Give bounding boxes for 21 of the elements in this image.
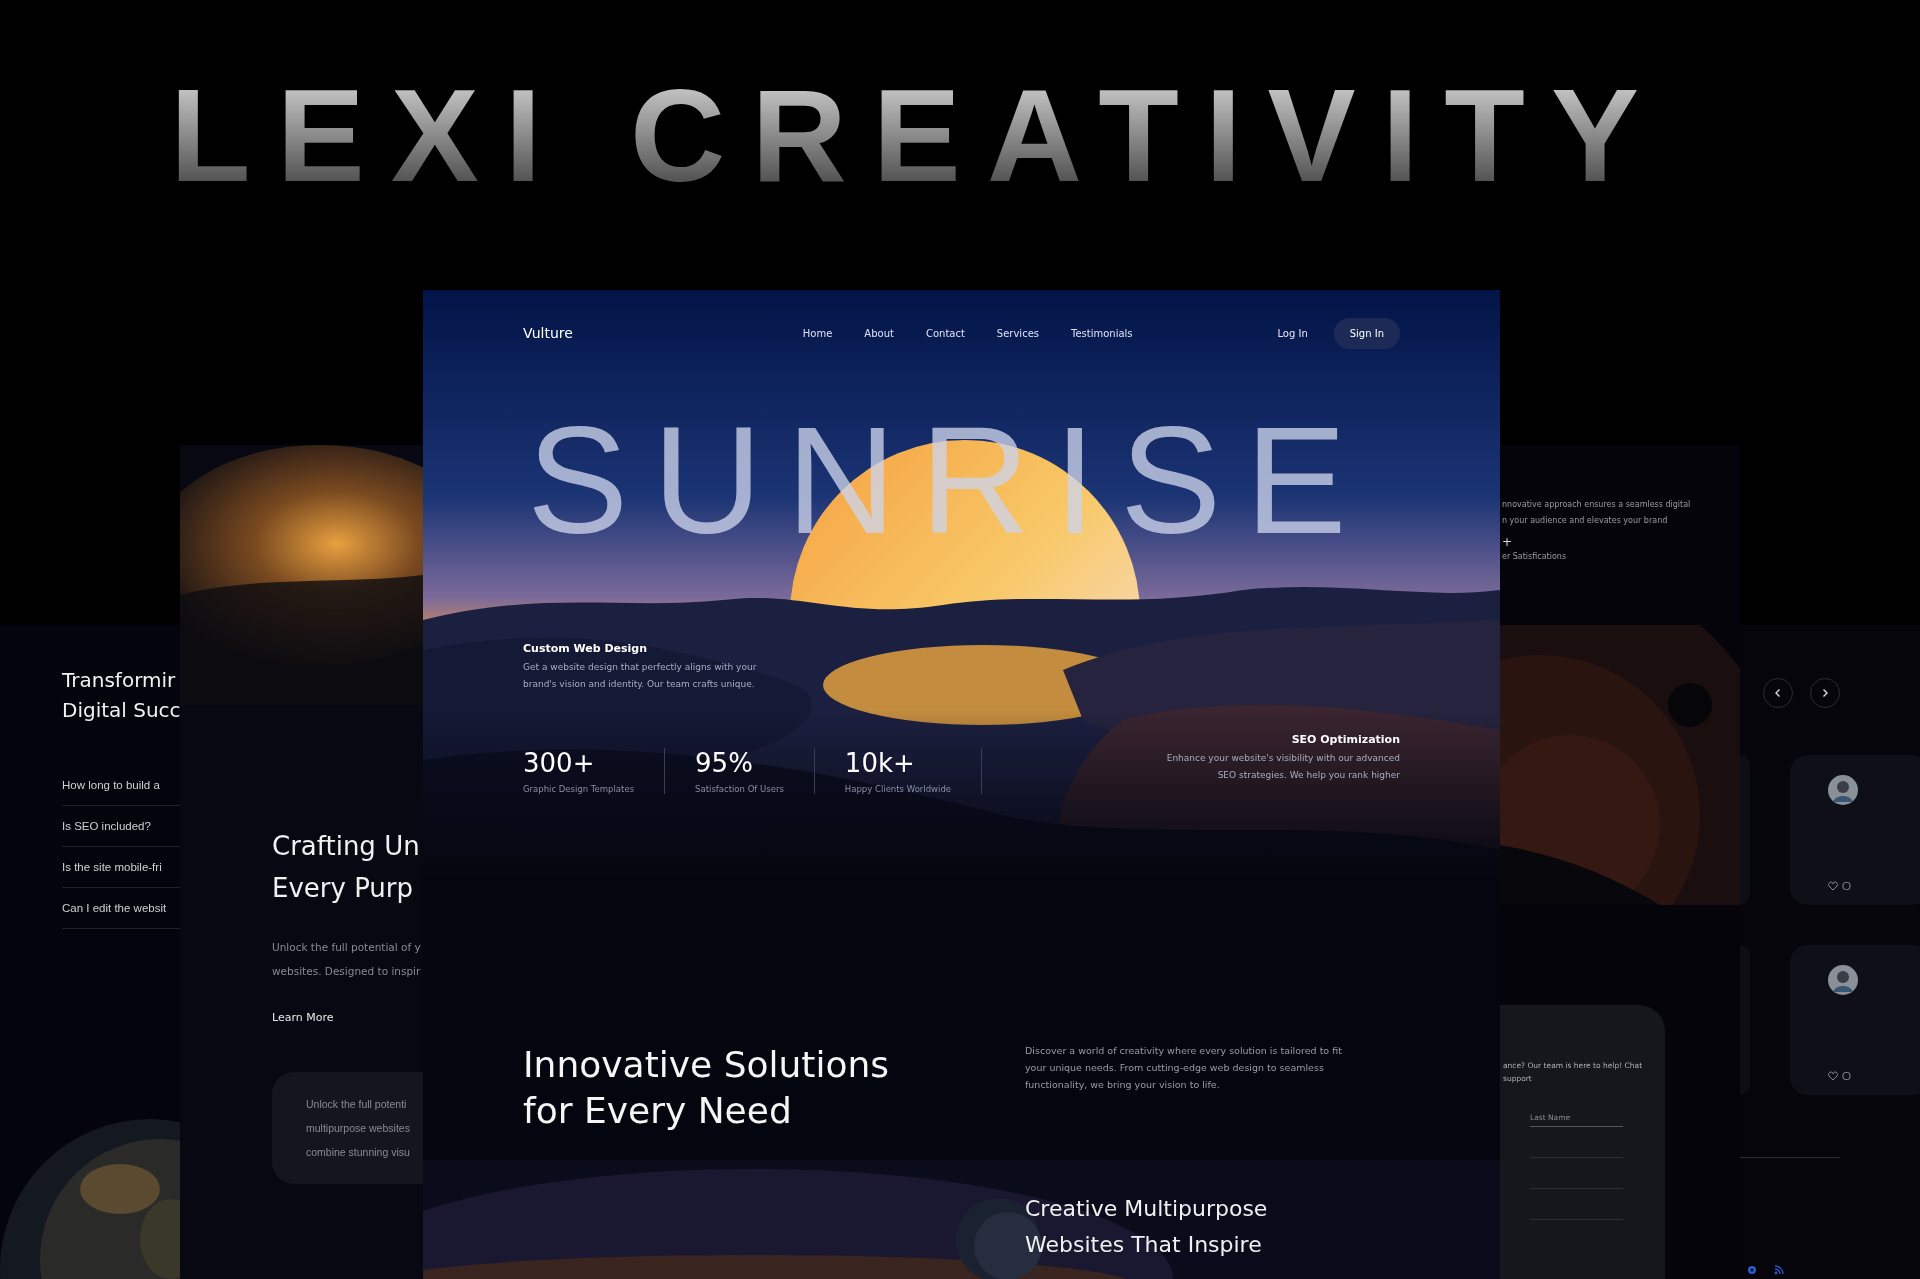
chevron-left-icon xyxy=(1773,688,1783,698)
info-card: Unlock the full potenti multipurpose websites combine stunning visu xyxy=(272,1072,423,1184)
body-text: websites. Designed to inspir xyxy=(272,964,422,979)
body-text: Unlock the full potential of y xyxy=(272,940,422,955)
globe-icon[interactable] xyxy=(1747,1265,1757,1275)
section-heading: Digital Succ xyxy=(62,697,180,724)
section-heading: Transformir xyxy=(62,667,177,694)
rss-icon[interactable] xyxy=(1774,1265,1784,1275)
body-text: Discover a world of creativity where every solution is tailored to fit your unique needs. From cutting-edge web design to seamless functionality, we bring your vision to life. xyxy=(1025,1044,1343,1092)
stat-value: + xyxy=(1502,535,1513,549)
chevron-right-icon xyxy=(1820,688,1830,698)
learn-more-link[interactable]: Learn More xyxy=(272,1011,334,1024)
body-text: nnovative approach ensures a seamless digital xyxy=(1502,499,1692,511)
avatar-icon xyxy=(1828,775,1858,805)
section-subheading: Creative Multipurpose Websites That Inspire xyxy=(1025,1195,1269,1259)
avatar-icon xyxy=(1828,965,1858,995)
section-heading: Crafting Un xyxy=(272,830,421,863)
section-heading: Every Purp xyxy=(272,872,415,905)
body-text: n your audience and elevates your brand xyxy=(1502,515,1669,527)
stat-label: er Satisfications xyxy=(1502,551,1568,563)
section-heading: Innovative Solutions for Every Need xyxy=(523,1043,891,1133)
